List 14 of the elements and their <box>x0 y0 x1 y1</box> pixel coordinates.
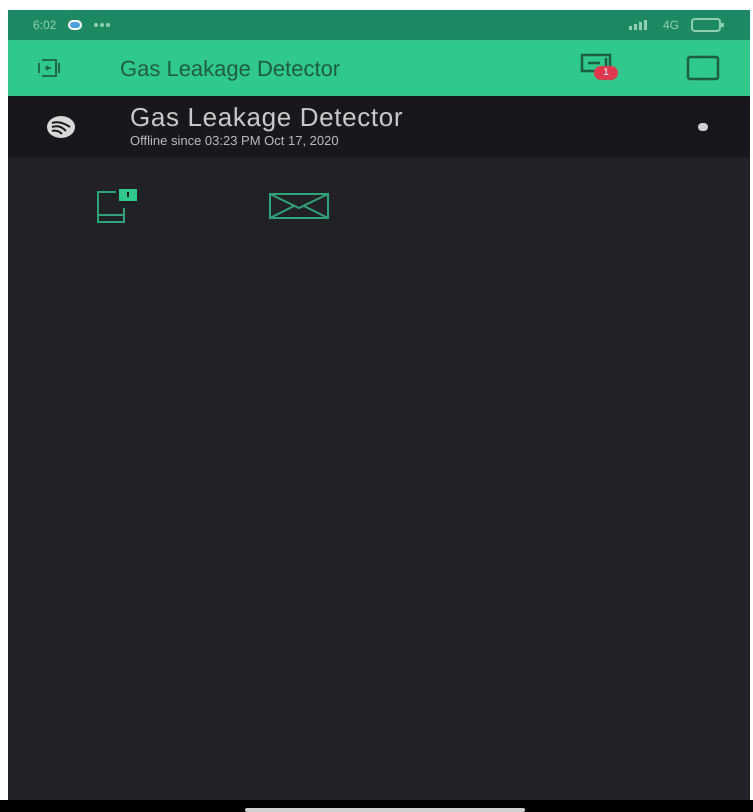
app-icon <box>68 20 82 30</box>
more-icon <box>94 23 110 27</box>
wifi-chip-icon <box>46 115 76 139</box>
network-label: 4G <box>662 17 679 34</box>
app-title: Gas Leakage Detector <box>120 54 340 83</box>
device-status: Offline since 03:23 PM Oct 17, 2020 <box>130 132 340 150</box>
email-widget-icon[interactable] <box>268 192 330 220</box>
play-mode-icon[interactable] <box>686 55 720 81</box>
device-name: Gas Leakage Detector <box>130 103 404 132</box>
device-status-button[interactable]: 1 <box>580 52 620 84</box>
device-switch-icon[interactable] <box>38 57 60 79</box>
status-time: 6:02 <box>33 17 56 34</box>
battery-icon <box>691 18 725 32</box>
notification-badge: 1 <box>594 66 618 80</box>
